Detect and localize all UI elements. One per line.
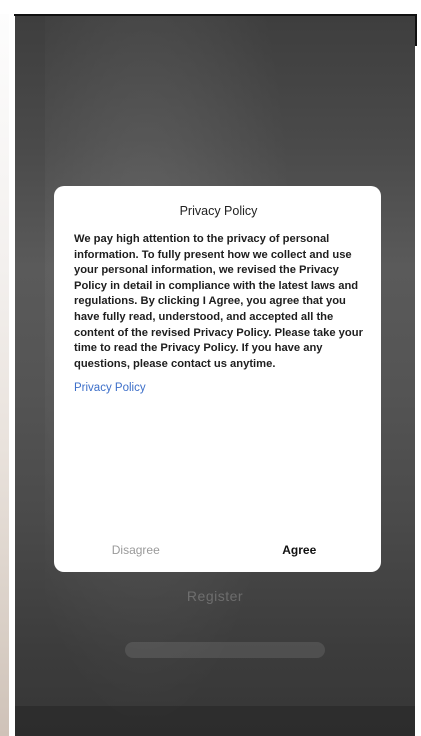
frame-right-border — [415, 14, 417, 46]
disagree-button[interactable]: Disagree — [54, 528, 218, 572]
privacy-policy-dialog: Privacy Policy We pay high attention to … — [54, 186, 381, 572]
privacy-policy-link[interactable]: Privacy Policy — [74, 382, 363, 394]
bottom-band — [15, 706, 415, 736]
screenshot-frame: Register Privacy Policy We pay high atte… — [0, 0, 421, 736]
dialog-actions: Disagree Agree — [54, 528, 381, 572]
dialog-title: Privacy Policy — [179, 204, 258, 218]
background-register-button: Register — [186, 588, 244, 604]
dialog-body-text: We pay high attention to the privacy of … — [74, 233, 363, 370]
agree-button[interactable]: Agree — [218, 528, 382, 572]
left-edge-strip — [0, 14, 9, 736]
background-secondary-button — [125, 642, 325, 658]
